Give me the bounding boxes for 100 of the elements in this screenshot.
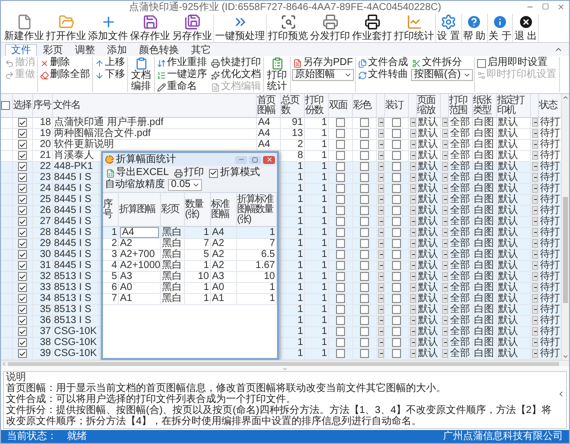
delete-all-button[interactable]: 删除全部 — [39, 69, 91, 81]
print-stats-button[interactable]: 打印统计 — [393, 14, 435, 42]
row-checkbox[interactable] — [18, 129, 27, 138]
option-button[interactable] — [378, 294, 384, 303]
binding-checkbox[interactable] — [392, 283, 401, 292]
row-checkbox[interactable] — [18, 217, 27, 226]
overlay-print-button[interactable]: 作业套打 — [351, 14, 393, 42]
rename-button[interactable]: 重命名 — [156, 81, 208, 93]
option-button[interactable] — [410, 239, 416, 248]
option-button[interactable] — [378, 349, 384, 358]
option-button[interactable] — [442, 118, 448, 127]
open-job-button[interactable]: 打开作业 — [45, 14, 87, 42]
option-button[interactable] — [442, 140, 448, 149]
vertical-scrollbar[interactable] — [561, 94, 569, 360]
row-checkbox[interactable] — [18, 250, 27, 259]
row-checkbox[interactable] — [18, 305, 27, 314]
duplex-checkbox[interactable] — [336, 338, 345, 347]
duplex-checkbox[interactable] — [336, 217, 345, 226]
option-button[interactable] — [442, 217, 448, 226]
row-checkbox[interactable] — [18, 206, 27, 215]
table-row[interactable]: 18 点蒲快印通 用户手册.pdf A4 91 1 默认 全部 白图 默认 待打 — [1, 118, 561, 129]
settings-button[interactable]: 设 置 — [436, 14, 461, 42]
option-button[interactable] — [442, 261, 448, 270]
option-button[interactable] — [442, 162, 448, 171]
option-button[interactable] — [410, 151, 416, 160]
option-button[interactable] — [378, 162, 384, 171]
help-button[interactable]: 帮 助 — [462, 14, 487, 42]
binding-checkbox[interactable] — [392, 261, 401, 270]
exit-button[interactable]: 退 出 — [513, 14, 538, 42]
delete-button[interactable]: 删除 — [39, 57, 91, 69]
select-all-checkbox[interactable] — [1, 101, 10, 110]
option-button[interactable] — [378, 195, 384, 204]
option-button[interactable] — [378, 228, 384, 237]
color-checkbox[interactable] — [360, 283, 369, 292]
binding-checkbox[interactable] — [392, 206, 401, 215]
duplex-checkbox[interactable] — [336, 305, 345, 314]
color-checkbox[interactable] — [360, 261, 369, 270]
color-checkbox[interactable] — [360, 129, 369, 138]
binding-checkbox[interactable] — [392, 305, 401, 314]
row-checkbox[interactable] — [18, 118, 27, 127]
option-button[interactable] — [378, 184, 384, 193]
color-checkbox[interactable] — [360, 151, 369, 160]
option-button[interactable] — [532, 305, 538, 314]
option-button[interactable] — [410, 316, 416, 325]
print-preview-button[interactable]: 打印预览 — [267, 14, 309, 42]
row-checkbox[interactable] — [18, 294, 27, 303]
color-checkbox[interactable] — [360, 327, 369, 336]
option-button[interactable] — [532, 118, 538, 127]
binding-checkbox[interactable] — [392, 228, 401, 237]
option-button[interactable] — [378, 338, 384, 347]
option-button[interactable] — [378, 283, 384, 292]
option-button[interactable] — [410, 140, 416, 149]
option-button[interactable] — [378, 305, 384, 314]
table-row[interactable]: 7 A1 黑白 1 A1 1 — [103, 294, 277, 305]
option-button[interactable] — [532, 294, 538, 303]
option-button[interactable] — [442, 294, 448, 303]
ribbon-tab[interactable]: 其它 — [185, 44, 217, 56]
convert-curves-button[interactable]: 文件转曲 — [357, 69, 409, 81]
table-row[interactable]: 1 A4 黑白 1 A4 1 — [103, 227, 277, 239]
binding-checkbox[interactable] — [392, 294, 401, 303]
checkbox[interactable] — [208, 168, 218, 178]
option-button[interactable] — [378, 129, 384, 138]
option-button[interactable] — [442, 305, 448, 314]
option-button[interactable] — [532, 250, 538, 259]
option-button[interactable] — [378, 118, 384, 127]
option-button[interactable] — [532, 327, 538, 336]
option-button[interactable] — [378, 140, 384, 149]
row-checkbox[interactable] — [18, 140, 27, 149]
color-checkbox[interactable] — [360, 305, 369, 314]
option-button[interactable] — [410, 250, 416, 259]
binding-checkbox[interactable] — [392, 184, 401, 193]
ribbon-tab[interactable]: 文件 — [5, 44, 37, 56]
binding-checkbox[interactable] — [392, 338, 401, 347]
duplex-checkbox[interactable] — [336, 228, 345, 237]
column-header[interactable]: 总页数 — [281, 96, 304, 116]
option-button[interactable] — [442, 327, 448, 336]
duplex-checkbox[interactable] — [336, 195, 345, 204]
binding-checkbox[interactable] — [392, 162, 401, 171]
option-button[interactable] — [410, 272, 416, 281]
color-checkbox[interactable] — [360, 294, 369, 303]
color-checkbox[interactable] — [360, 338, 369, 347]
row-checkbox[interactable] — [18, 173, 27, 182]
option-button[interactable] — [378, 173, 384, 182]
binding-checkbox[interactable] — [392, 327, 401, 336]
duplex-checkbox[interactable] — [336, 140, 345, 149]
scroll-thumb[interactable] — [563, 196, 568, 303]
print-stats-button[interactable]: 打印统计 — [265, 57, 289, 92]
close-button[interactable] — [263, 156, 275, 164]
distribute-print-button[interactable]: 分发打印 — [309, 14, 351, 42]
option-button[interactable] — [378, 327, 384, 336]
option-button[interactable] — [532, 316, 538, 325]
option-button[interactable] — [532, 140, 538, 149]
column-header[interactable]: 页面缩放 — [417, 96, 440, 116]
duplex-checkbox[interactable] — [336, 250, 345, 259]
option-button[interactable] — [442, 349, 448, 358]
duplex-checkbox[interactable] — [336, 129, 345, 138]
horizontal-scrollbar[interactable] — [1, 360, 569, 366]
ribbon-tab[interactable]: 添加 — [101, 44, 133, 56]
checkbox[interactable] — [476, 58, 486, 68]
option-button[interactable] — [532, 228, 538, 237]
